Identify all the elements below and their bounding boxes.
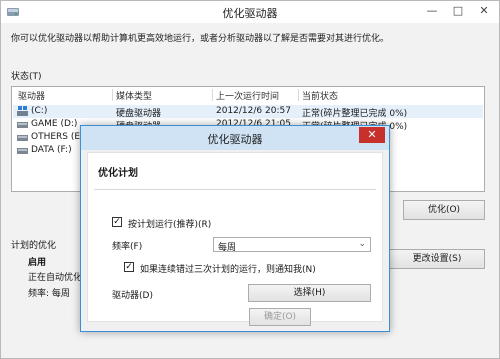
description-text: 你可以优化驱动器以帮助计算机更高效地运行，或者分析驱动器以了解是否需要对其进行优… (11, 34, 390, 44)
choose-drives-button[interactable]: 选择(H) (248, 284, 371, 302)
scheduled-frequency-text: 频率: 每周 (28, 289, 70, 299)
scheduled-state: 启用 (28, 258, 47, 268)
hard-drive-icon (17, 135, 28, 141)
drive-name: OTHERS (E:) (31, 132, 87, 142)
notify-checkbox-label: 如果连续错过三次计划的运行，则通知我(N) (140, 265, 316, 275)
system-drive-icon (17, 106, 28, 116)
notify-checkbox[interactable]: ✓ (124, 262, 134, 272)
chevron-down-icon: ⌄ (358, 239, 366, 249)
frequency-label: 频率(F) (112, 242, 143, 252)
scheduled-optimization-label: 计划的优化 (11, 241, 57, 251)
divider (94, 189, 376, 190)
status-label: 状态(T) (11, 72, 42, 82)
drives-label: 驱动器(D) (112, 291, 153, 301)
column-separator (212, 89, 213, 101)
dialog-title-bar: 优化驱动器 ✕ (81, 126, 389, 150)
last-run-time: 2012/12/6 20:57 (216, 106, 291, 116)
close-window-button[interactable]: ✕ (473, 3, 495, 19)
ok-button[interactable]: 确定(O) (249, 308, 311, 326)
minimize-button[interactable]: — (421, 3, 443, 19)
dialog-title: 优化驱动器 (207, 133, 263, 146)
optimization-schedule-dialog: 优化驱动器 ✕ 优化计划 ✓ 按计划运行(推荐)(R) 频率(F) 每周 ⌄ ✓… (80, 125, 390, 332)
column-header-current-status[interactable]: 当前状态 (302, 89, 338, 102)
title-bar: 优化驱动器 — □ ✕ (1, 1, 499, 23)
drive-row-c[interactable]: (C:) 硬盘驱动器 2012/12/6 20:57 正常(碎片整理已完成 0%… (13, 105, 483, 119)
hard-drive-icon (17, 122, 28, 128)
optimize-button[interactable]: 优化(O) (403, 200, 485, 220)
schedule-checkbox[interactable]: ✓ (112, 217, 122, 227)
dialog-heading: 优化计划 (98, 168, 138, 179)
column-header-media-type[interactable]: 媒体类型 (116, 89, 152, 102)
frequency-select[interactable]: 每周 ⌄ (213, 237, 371, 253)
drive-name: GAME (D:) (31, 119, 78, 129)
schedule-checkbox-label: 按计划运行(推荐)(R) (128, 220, 212, 230)
drive-name: DATA (F:) (31, 145, 72, 155)
maximize-button[interactable]: □ (447, 3, 469, 19)
column-separator (112, 89, 113, 101)
change-settings-button[interactable]: 更改设置(S) (389, 249, 485, 269)
dialog-body: 优化计划 ✓ 按计划运行(推荐)(R) 频率(F) 每周 ⌄ ✓ 如果连续错过三… (87, 152, 383, 322)
frequency-value: 每周 (218, 243, 237, 253)
column-separator (298, 89, 299, 101)
dialog-close-button[interactable]: ✕ (359, 127, 385, 143)
column-header-last-run[interactable]: 上一次运行时间 (216, 89, 279, 102)
drive-name: (C:) (31, 106, 48, 116)
column-header-drive[interactable]: 驱动器 (18, 89, 45, 102)
hard-drive-icon (17, 148, 28, 154)
